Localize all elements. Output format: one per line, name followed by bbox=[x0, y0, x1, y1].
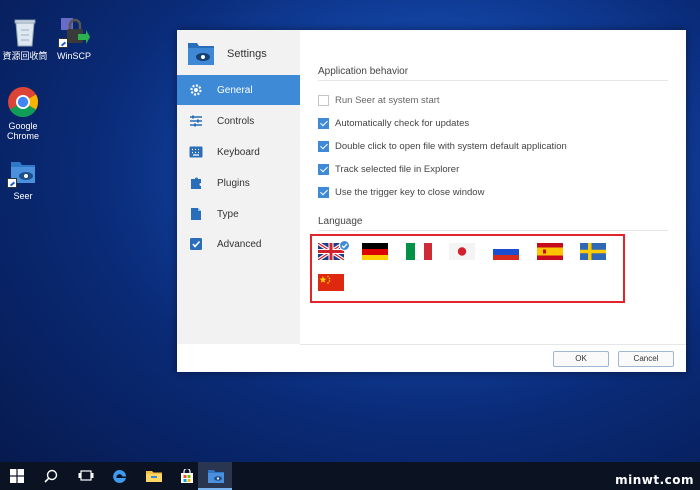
watermark-text: minwt.com bbox=[615, 473, 694, 487]
app-header: Settings bbox=[187, 40, 292, 72]
desktop-icon-label: Google Chrome bbox=[6, 121, 39, 141]
desktop-icon-recycle-bin[interactable]: 資源回收筒 bbox=[0, 16, 50, 61]
divider bbox=[318, 230, 668, 231]
puzzle-icon bbox=[189, 176, 203, 190]
sidebar-item-controls[interactable]: Controls bbox=[177, 106, 300, 136]
china-flag-icon[interactable] bbox=[318, 274, 344, 291]
sidebar-item-type[interactable]: Type bbox=[177, 199, 300, 229]
sidebar-item-label: Advanced bbox=[217, 239, 262, 250]
taskbar-task-view[interactable] bbox=[68, 462, 102, 490]
sidebar-item-label: Controls bbox=[217, 116, 255, 127]
winscp-icon bbox=[58, 16, 90, 48]
sidebar-item-advanced[interactable]: Advanced bbox=[177, 229, 300, 259]
type-icon bbox=[189, 207, 203, 221]
seer-logo-icon bbox=[187, 40, 215, 66]
divider bbox=[318, 80, 668, 81]
cancel-button[interactable]: Cancel bbox=[618, 351, 674, 367]
sidebar-item-keyboard[interactable]: Keyboard bbox=[177, 137, 300, 167]
sidebar-item-label: Type bbox=[217, 209, 239, 220]
settings-dialog: Settings General Controls Keyboard Plugi… bbox=[177, 30, 686, 372]
selected-check-badge-icon bbox=[339, 238, 350, 251]
seer-icon bbox=[7, 156, 39, 188]
option-label: Run Seer at system start bbox=[335, 95, 440, 106]
checkbox[interactable] bbox=[318, 118, 329, 129]
taskbar-seer[interactable] bbox=[198, 462, 232, 490]
taskbar-edge[interactable] bbox=[102, 462, 136, 490]
sidebar-item-label: Plugins bbox=[217, 178, 250, 189]
desktop-icon-seer[interactable]: Seer bbox=[0, 156, 48, 201]
desktop-icon-label: 資源回收筒 bbox=[2, 51, 48, 61]
taskbar-search[interactable] bbox=[34, 462, 68, 490]
checkbox-icon bbox=[189, 237, 203, 251]
app-title: Settings bbox=[227, 48, 267, 60]
desktop-icon-label: Seer bbox=[13, 191, 33, 201]
keyboard-icon bbox=[189, 145, 203, 159]
sidebar-item-general[interactable]: General bbox=[177, 75, 300, 105]
russia-flag-icon[interactable] bbox=[493, 243, 519, 260]
sweden-flag-icon[interactable] bbox=[580, 243, 606, 260]
ok-button[interactable]: OK bbox=[553, 351, 609, 367]
sliders-icon bbox=[189, 114, 203, 128]
chrome-icon bbox=[7, 86, 39, 118]
shortcut-arrow-icon bbox=[58, 38, 68, 48]
desktop-icon-chrome[interactable]: Google Chrome bbox=[0, 86, 48, 141]
desktop-icon-winscp[interactable]: WinSCP bbox=[49, 16, 99, 61]
shortcut-arrow-icon bbox=[7, 178, 17, 188]
recycle-bin-icon bbox=[9, 16, 41, 48]
desktop-icon-label: WinSCP bbox=[56, 51, 91, 61]
option-label: Use the trigger key to close window bbox=[335, 187, 485, 198]
sidebar-item-plugins[interactable]: Plugins bbox=[177, 168, 300, 198]
taskbar-start[interactable] bbox=[0, 462, 34, 490]
sidebar-item-label: General bbox=[217, 85, 253, 96]
checkbox[interactable] bbox=[318, 187, 329, 198]
italy-flag-icon[interactable] bbox=[406, 243, 432, 260]
gear-icon bbox=[189, 83, 203, 97]
sidebar-item-label: Keyboard bbox=[217, 147, 260, 158]
germany-flag-icon[interactable] bbox=[362, 243, 388, 260]
option-label: Automatically check for updates bbox=[335, 118, 470, 129]
option-label: Track selected file in Explorer bbox=[335, 164, 460, 175]
spain-flag-icon[interactable] bbox=[537, 243, 563, 260]
sidebar: Settings General Controls Keyboard Plugi… bbox=[177, 30, 300, 344]
checkbox[interactable] bbox=[318, 164, 329, 175]
section-title-behavior: Application behavior bbox=[318, 66, 409, 77]
option-label: Double click to open file with system de… bbox=[335, 141, 567, 152]
footer-divider bbox=[300, 344, 686, 345]
taskbar: minwt.com bbox=[0, 462, 700, 490]
section-title-language: Language bbox=[318, 216, 363, 227]
taskbar-file-explorer[interactable] bbox=[136, 462, 170, 490]
japan-flag-icon[interactable] bbox=[449, 243, 475, 260]
checkbox[interactable] bbox=[318, 141, 329, 152]
checkbox[interactable] bbox=[318, 95, 329, 106]
